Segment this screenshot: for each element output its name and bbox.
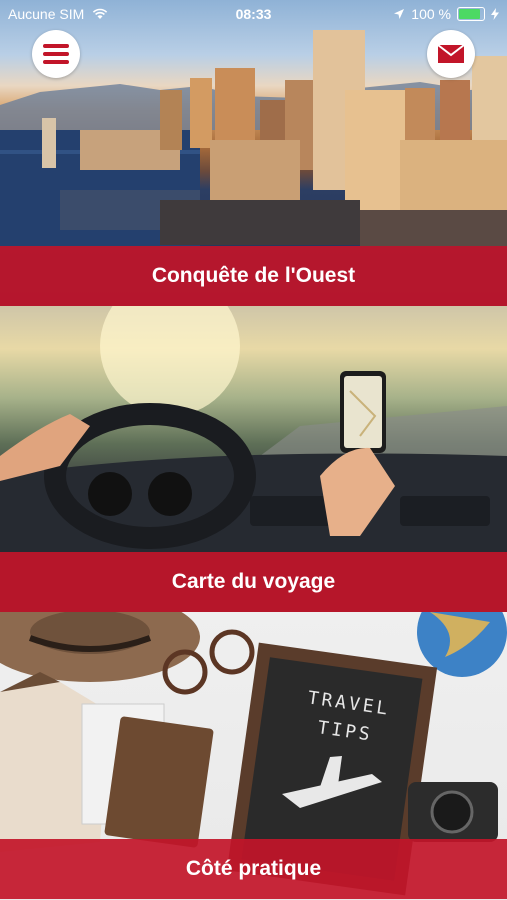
section-label: Côté pratique <box>185 857 322 880</box>
hamburger-icon <box>43 44 69 64</box>
section-label: Carte du voyage <box>171 570 336 593</box>
section-label: Conquête de l'Ouest <box>151 264 356 287</box>
location-arrow-icon <box>394 9 405 19</box>
section-practical[interactable]: TRAVEL TIPS Côté pratique <box>0 612 507 900</box>
battery-icon <box>457 7 485 21</box>
banner-practical[interactable]: Côté pratique <box>0 839 507 899</box>
menu-button[interactable] <box>32 30 80 78</box>
battery-percent: 100 % <box>411 6 451 22</box>
charging-bolt-icon <box>491 8 499 20</box>
banner-trip-map[interactable]: Carte du voyage <box>0 552 507 612</box>
mail-button[interactable] <box>427 30 475 78</box>
status-bar: Aucune SIM 08:33 100 % <box>0 0 507 28</box>
envelope-icon <box>437 44 465 63</box>
status-right: 100 % <box>393 6 499 22</box>
banner-conquest-west[interactable]: Conquête de l'Ouest <box>0 246 507 306</box>
section-trip-map[interactable]: Carte du voyage <box>0 306 507 612</box>
